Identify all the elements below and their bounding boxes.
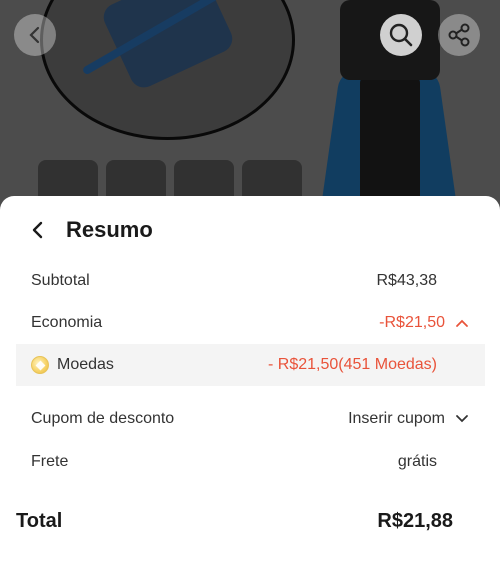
total-label: Total: [16, 509, 63, 532]
economia-row[interactable]: Economia -R$21,50: [16, 302, 485, 344]
moedas-value: - R$21,50(451 Moedas): [268, 356, 437, 373]
economia-value-group: -R$21,50: [379, 314, 469, 332]
total-value: R$21,88: [377, 509, 453, 532]
summary-sheet: Resumo Subtotal R$43,38 Economia -R$21,5…: [0, 196, 500, 570]
share-button[interactable]: [438, 14, 480, 56]
sheet-title: Resumo: [66, 217, 153, 242]
coin-icon: [31, 356, 49, 374]
chevron-left-icon: [29, 26, 40, 44]
cupom-label: Cupom de desconto: [31, 410, 175, 427]
insert-coupon-link[interactable]: Inserir cupom: [348, 410, 445, 428]
chevron-up-icon[interactable]: [455, 318, 469, 328]
share-icon: [448, 23, 470, 47]
subtotal-value: R$43,38: [376, 272, 438, 289]
economia-value: -R$21,50: [379, 314, 445, 331]
sheet-back-button[interactable]: [26, 218, 50, 242]
frete-value: grátis: [397, 453, 437, 470]
back-button[interactable]: [14, 14, 56, 56]
cupom-row[interactable]: Cupom de desconto Inserir cupom: [16, 398, 485, 440]
sheet-header: Resumo: [0, 214, 500, 246]
subtotal-label: Subtotal: [31, 272, 90, 289]
economia-label: Economia: [31, 314, 103, 331]
total-row: Total R$21,88: [16, 506, 456, 536]
frete-label: Frete: [31, 453, 69, 470]
search-icon: [389, 23, 413, 47]
chevron-down-icon[interactable]: [455, 414, 469, 424]
moedas-label: Moedas: [57, 356, 114, 373]
moedas-row: Moedas - R$21,50(451 Moedas): [16, 344, 485, 386]
subtotal-row: Subtotal R$43,38: [16, 260, 485, 302]
frete-row: Frete grátis: [16, 441, 485, 483]
cupom-value-group[interactable]: Inserir cupom: [348, 410, 469, 428]
search-button[interactable]: [380, 14, 422, 56]
product-image-area: [0, 0, 500, 215]
chevron-left-icon: [32, 221, 43, 239]
